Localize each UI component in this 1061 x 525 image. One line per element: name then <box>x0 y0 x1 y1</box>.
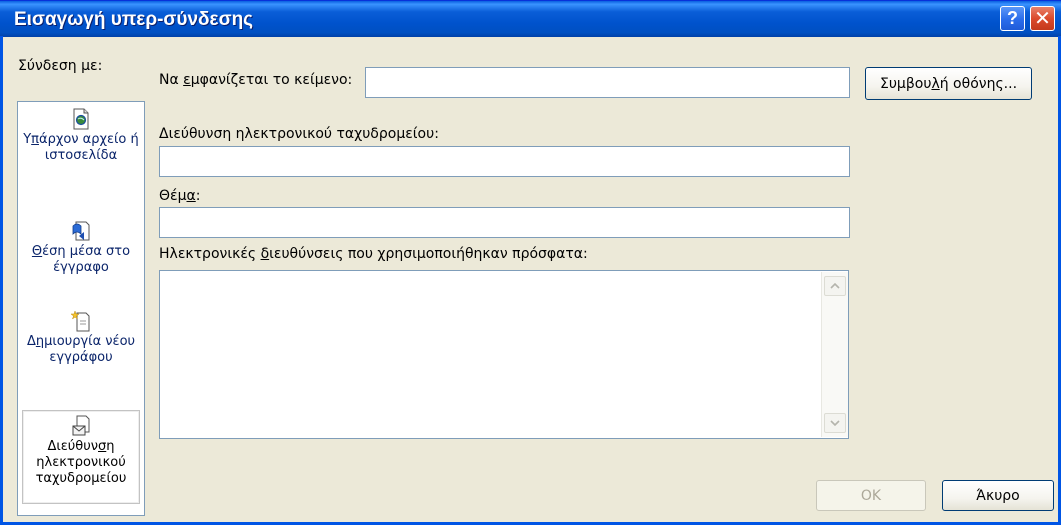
recent-addresses-list[interactable] <box>159 270 849 439</box>
title-bar: Εισαγωγή υπερ-σύνδεσης ? ✕ <box>0 0 1061 37</box>
subject-label: Θέμα: <box>159 188 201 204</box>
place-in-document-icon <box>72 221 90 241</box>
close-icon: ✕ <box>1034 8 1051 30</box>
email-address-icon <box>72 415 90 436</box>
new-document-icon <box>71 310 90 332</box>
link-type-bar: Υπάρχον αρχείο ή ιστοσελίδα Θέση μέσα στ… <box>17 101 145 516</box>
window-title: Εισαγωγή υπερ-σύνδεσης <box>14 9 254 30</box>
close-button[interactable]: ✕ <box>1030 6 1055 31</box>
scroll-up-button[interactable] <box>824 276 846 296</box>
recent-addresses-scrollbar[interactable] <box>821 272 848 437</box>
link-type-existing-file[interactable]: Υπάρχον αρχείο ή ιστοσελίδα <box>22 108 140 200</box>
chevron-down-icon <box>830 420 840 426</box>
link-type-new-document[interactable]: Δημιουργία νέου εγγράφου <box>22 310 140 400</box>
cancel-button[interactable]: Άκυρο <box>942 480 1054 511</box>
ok-button[interactable]: OK <box>816 480 926 511</box>
link-type-email-address[interactable]: Διεύθυνση ηλεκτρονικού ταχυδρομείου <box>22 410 140 504</box>
window-frame <box>0 36 3 525</box>
display-text-label: Να εμφανίζεται το κείμενο: <box>159 72 353 88</box>
link-to-label: Σύνδεση με: <box>18 58 103 74</box>
existing-file-icon <box>73 108 89 130</box>
email-address-label: Διεύθυνση ηλεκτρονικού ταχυδρομείου: <box>159 126 439 142</box>
display-text-input[interactable] <box>365 67 850 98</box>
help-icon: ? <box>1007 8 1018 28</box>
recent-addresses-label: Ηλεκτρονικές διευθύνσεις που χρησιμοποιή… <box>159 246 588 262</box>
email-address-input[interactable] <box>159 146 850 177</box>
link-type-place-in-document[interactable]: Θέση μέσα στο έγγραφο <box>22 220 140 292</box>
subject-input[interactable] <box>159 207 850 238</box>
scroll-down-button[interactable] <box>824 413 846 433</box>
help-button[interactable]: ? <box>1000 6 1025 31</box>
screentip-button[interactable]: Συμβουλή οθόνης... <box>865 67 1032 100</box>
chevron-up-icon <box>830 283 840 289</box>
